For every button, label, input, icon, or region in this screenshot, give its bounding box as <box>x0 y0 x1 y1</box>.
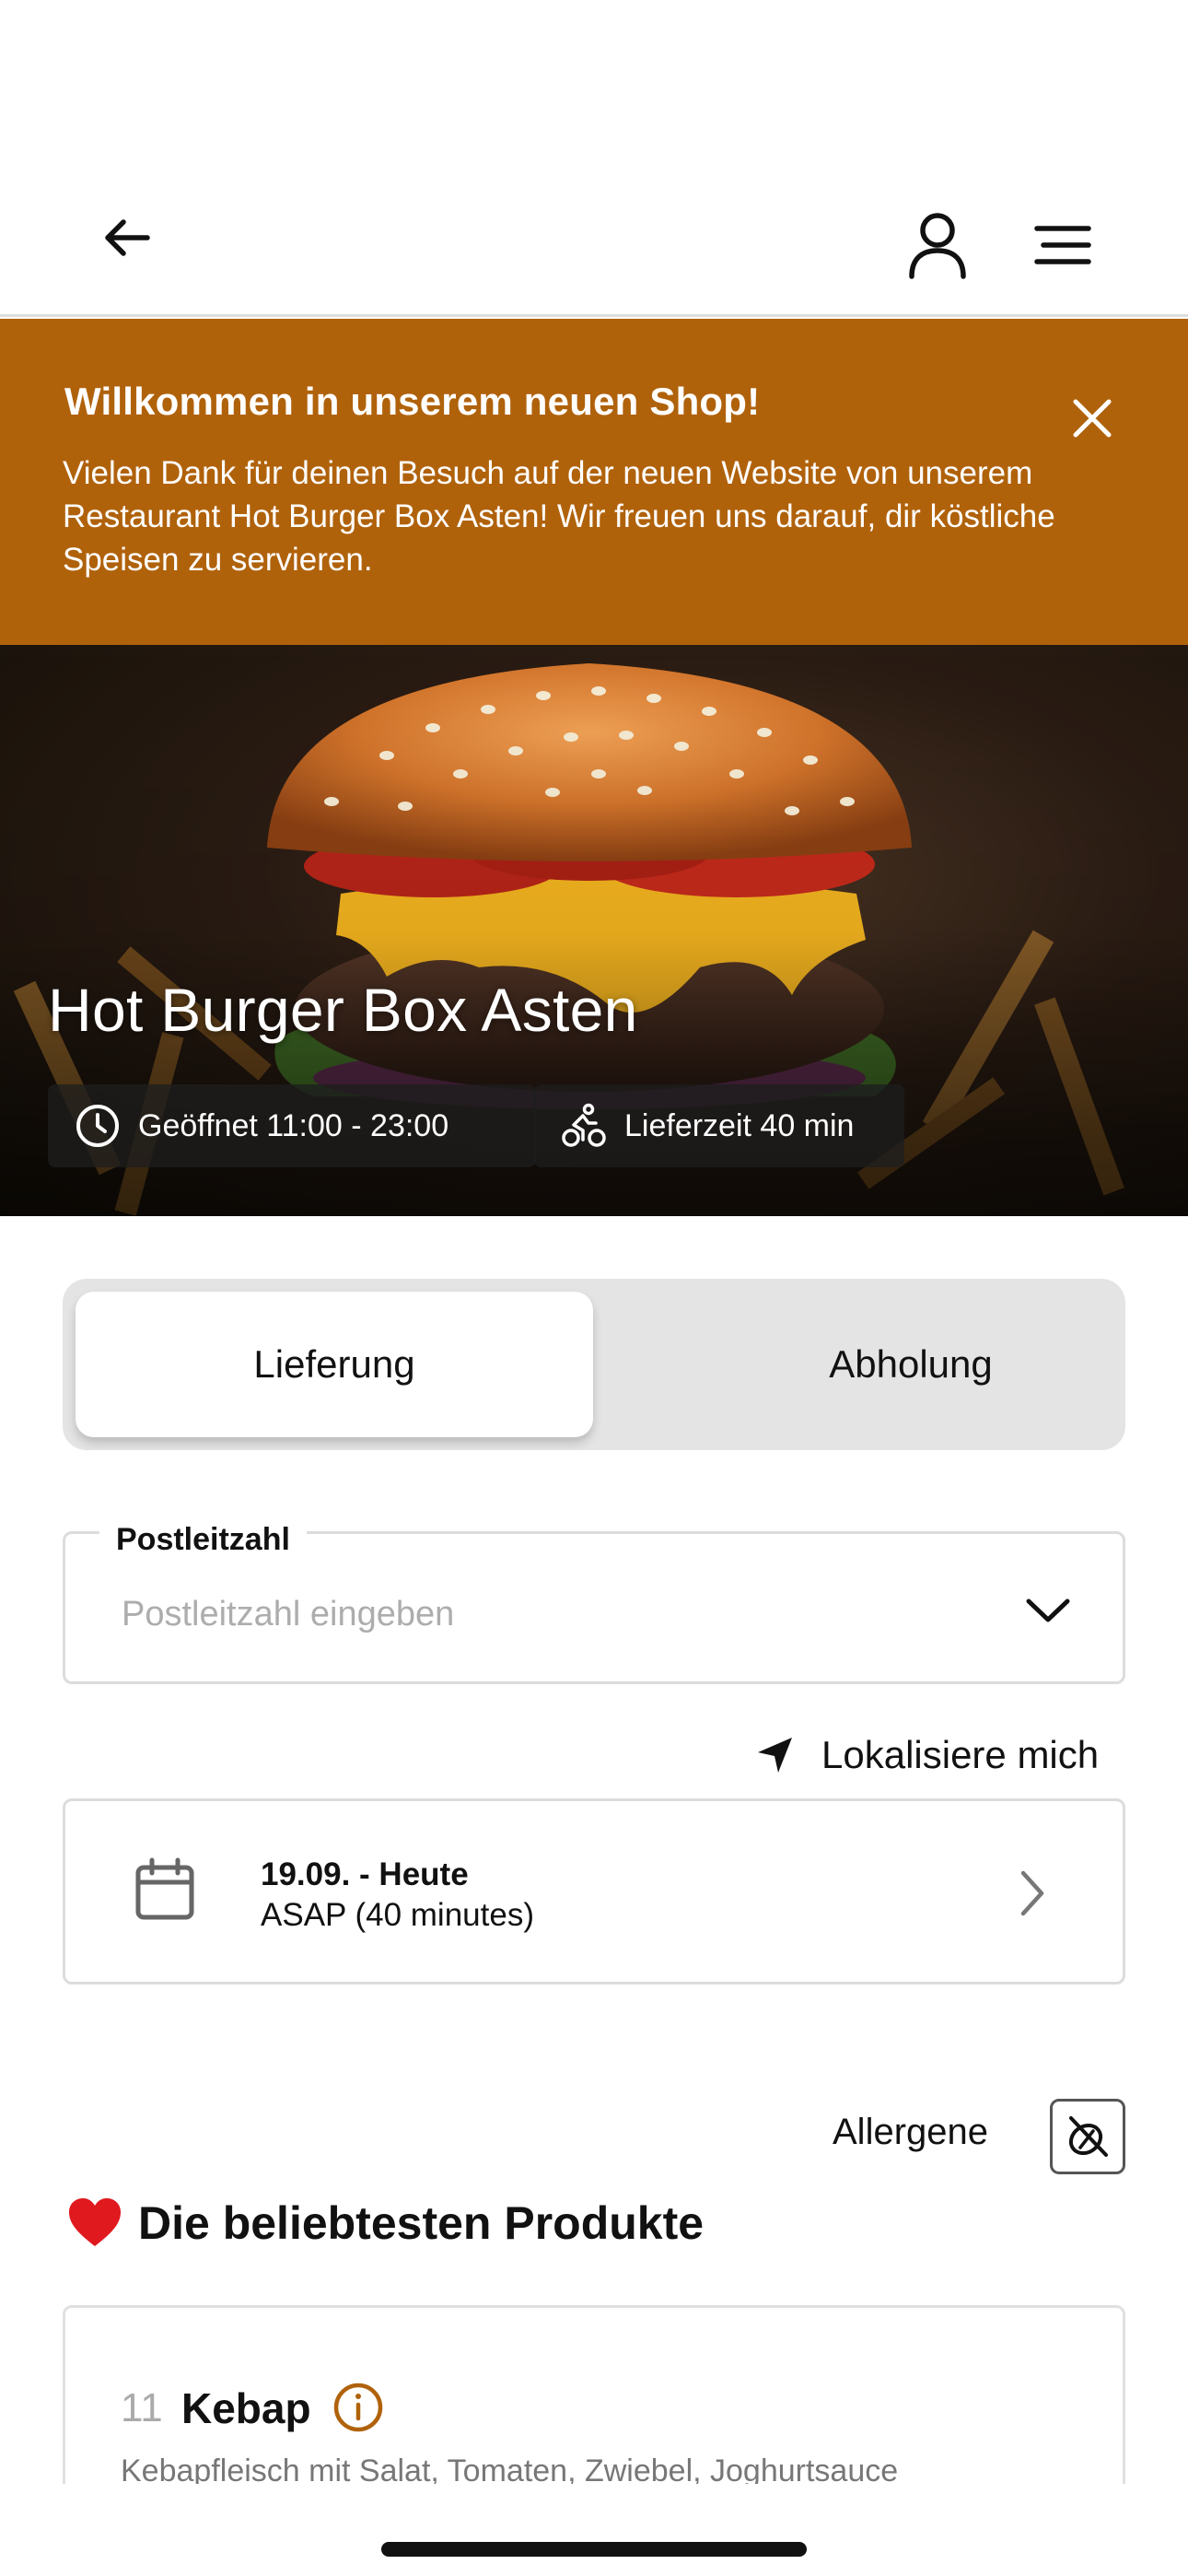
banner-title: Willkommen in unserem neuen Shop! <box>64 380 761 423</box>
banner-text: Vielen Dank für deinen Besuch auf der ne… <box>63 455 1055 578</box>
opening-hours-chip: Geöffnet 11:00 - 23:00 <box>48 1084 536 1167</box>
clock-icon <box>74 1102 122 1150</box>
zip-dropdown-button[interactable] <box>1019 1581 1077 1640</box>
zip-input[interactable] <box>122 1587 950 1642</box>
arrow-left-icon <box>105 219 150 256</box>
restaurant-name: Hot Burger Box Asten <box>48 976 638 1044</box>
pickup-tab[interactable]: Abholung <box>652 1292 1170 1437</box>
opening-hours-text: Geöffnet 11:00 - 23:00 <box>138 1107 449 1143</box>
location-arrow-icon <box>753 1733 798 1777</box>
zip-label: Postleitzahl <box>99 1522 307 1558</box>
allergen-icon <box>1068 2116 1108 2157</box>
allergens-button[interactable] <box>1050 2099 1125 2174</box>
bottom-safe-area <box>0 2484 1188 2576</box>
home-indicator[interactable] <box>381 2542 807 2557</box>
delivery-time-chip: Lieferzeit 40 min <box>534 1084 904 1167</box>
welcome-banner: Willkommen in unserem neuen Shop! Vielen… <box>0 319 1188 645</box>
chevron-down-icon <box>1026 1598 1070 1622</box>
heart-icon <box>69 2198 121 2246</box>
locate-me-label: Lokalisiere mich <box>821 1733 1100 1776</box>
locate-me-button[interactable]: Lokalisiere mich <box>753 1725 1099 1786</box>
chevron-right-icon <box>1020 1870 1044 1916</box>
banner-close-button[interactable] <box>1059 385 1125 451</box>
calendar-icon <box>135 1857 194 1920</box>
delivery-time-selector[interactable]: 19.09. - Heute ASAP (40 minutes) <box>63 1798 1125 1985</box>
info-icon[interactable] <box>332 2382 384 2433</box>
menu-icon <box>1034 226 1091 264</box>
back-button[interactable] <box>83 193 171 282</box>
popular-products-title: Die beliebtesten Produkte <box>138 2197 705 2249</box>
menu-button[interactable] <box>1019 201 1107 289</box>
selected-time: ASAP (40 minutes) <box>261 1897 534 1933</box>
product-name: Kebap <box>181 2384 311 2432</box>
product-number: 11 <box>121 2385 163 2430</box>
delivery-tab[interactable]: Lieferung <box>76 1292 593 1437</box>
delivery-time-text: Lieferzeit 40 min <box>624 1107 855 1143</box>
selected-date: 19.09. - Heute <box>261 1856 469 1892</box>
hero-image: Hot Burger Box Asten Geöffnet 11:00 - 23… <box>0 645 1188 1216</box>
status-bar-area <box>0 0 1188 166</box>
cyclist-icon <box>560 1102 608 1150</box>
account-button[interactable] <box>893 201 982 289</box>
order-mode-toggle: Lieferung Abholung <box>63 1279 1125 1450</box>
top-header <box>0 166 1188 317</box>
popular-products-heading: Die beliebtesten Produkte <box>66 2195 704 2252</box>
allergens-label: Allergene <box>833 2112 989 2152</box>
user-icon <box>909 213 966 279</box>
close-icon <box>1073 399 1112 438</box>
